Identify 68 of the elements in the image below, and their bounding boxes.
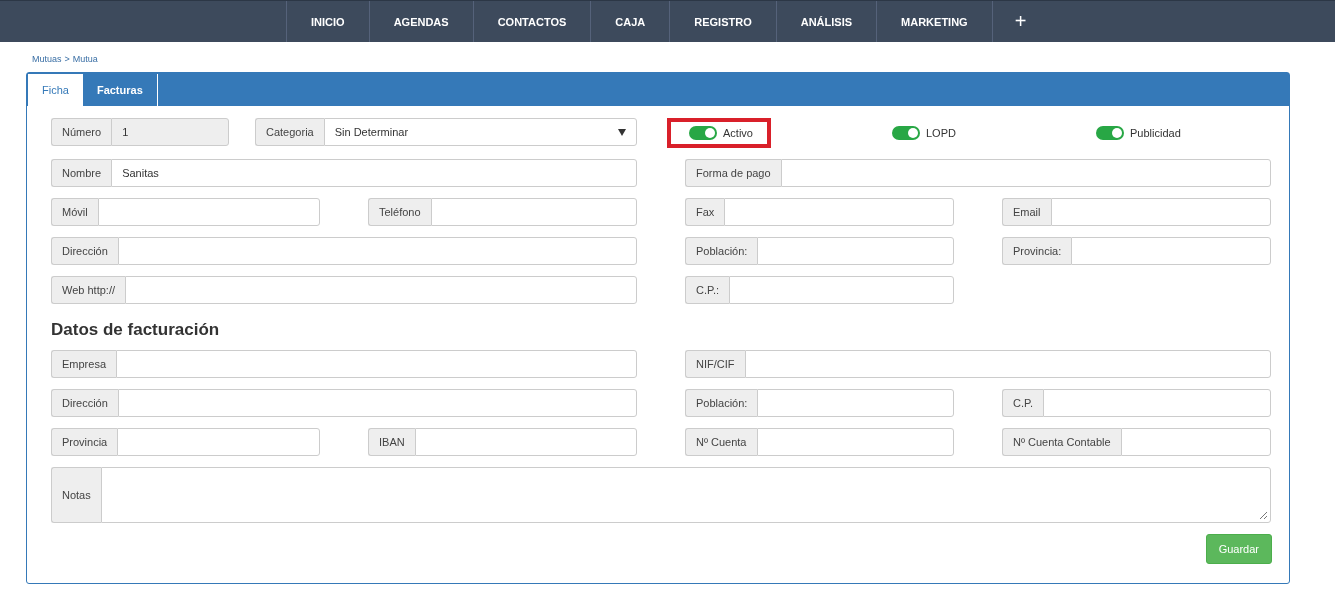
field-label: Número (51, 118, 112, 146)
field-label: Categoria (255, 118, 324, 146)
input-field[interactable] (414, 428, 637, 456)
field-label: Teléfono (368, 198, 431, 226)
nav-link[interactable]: REGISTRO (669, 1, 776, 42)
input-field[interactable]: Sanitas (111, 159, 637, 187)
field-label: C.P. (1002, 389, 1043, 417)
section-title: Datos de facturación (51, 320, 221, 340)
nav-link[interactable]: CONTACTOS (472, 1, 591, 42)
toggle-label: LOPD (926, 127, 956, 139)
input-field[interactable] (780, 159, 1271, 187)
select-field[interactable]: Sin Determinar (323, 118, 637, 146)
input-field[interactable] (757, 237, 954, 265)
field-label: Móvil (51, 198, 98, 226)
field-label: Población: (685, 389, 758, 417)
breadcrumb-link[interactable]: Mutuas (32, 53, 62, 72)
toggle-label: Activo (723, 127, 753, 139)
field-label: IBAN (368, 428, 415, 456)
input-field[interactable] (1043, 389, 1271, 417)
text-area[interactable] (100, 467, 1271, 523)
field-label: NIF/CIF (685, 350, 745, 378)
input-field[interactable] (117, 237, 637, 265)
input-field[interactable] (757, 389, 954, 417)
nav-link[interactable]: AGENDAS (368, 1, 473, 42)
input-field[interactable] (756, 428, 954, 456)
input-field[interactable] (430, 198, 637, 226)
input-field[interactable] (1050, 198, 1271, 226)
input-field[interactable] (125, 276, 637, 304)
tab[interactable]: Facturas (82, 74, 158, 106)
breadcrumb-separator: > (64, 53, 70, 66)
field-label: Dirección (51, 389, 118, 417)
field-label: Email (1002, 198, 1051, 226)
toggle-label: Publicidad (1130, 127, 1181, 139)
toggle-switch[interactable] (689, 126, 717, 140)
nav-link[interactable]: ANÁLISIS (775, 1, 877, 42)
breadcrumb-link[interactable]: Mutua (72, 53, 98, 72)
caret-icon (618, 128, 626, 136)
nav-link[interactable]: CAJA (590, 1, 670, 42)
toggle-switch[interactable] (1096, 126, 1124, 140)
field-label: Empresa (51, 350, 117, 378)
resize-grip-icon (1260, 512, 1267, 519)
field-label: Nombre (51, 159, 112, 187)
field-label: Nº Cuenta Contable (1002, 428, 1121, 456)
field-label: Notas (51, 467, 101, 523)
add-button[interactable]: + (992, 1, 1049, 42)
field-label: Forma de pago (685, 159, 781, 187)
field-label: Población: (685, 237, 758, 265)
input-field[interactable] (744, 350, 1271, 378)
input-field[interactable]: 1 (111, 118, 229, 146)
nav-link[interactable]: MARKETING (876, 1, 993, 42)
input-field[interactable] (729, 276, 954, 304)
input-field[interactable] (724, 198, 954, 226)
input-field[interactable] (117, 389, 637, 417)
nav-link[interactable]: INICIO (286, 1, 369, 42)
input-field[interactable] (97, 198, 320, 226)
input-field[interactable] (1071, 237, 1271, 265)
toggle-switch[interactable] (892, 126, 920, 140)
input-field[interactable] (116, 350, 637, 378)
field-label: Fax (685, 198, 725, 226)
field-label: Dirección (51, 237, 118, 265)
field-label: Web http:// (51, 276, 125, 304)
field-label: Provincia: (1002, 237, 1072, 265)
field-label: C.P.: (685, 276, 730, 304)
input-field[interactable] (117, 428, 320, 456)
field-label: Nº Cuenta (685, 428, 757, 456)
input-field[interactable] (1120, 428, 1271, 456)
tab[interactable]: Ficha (28, 74, 83, 106)
field-label: Provincia (51, 428, 118, 456)
